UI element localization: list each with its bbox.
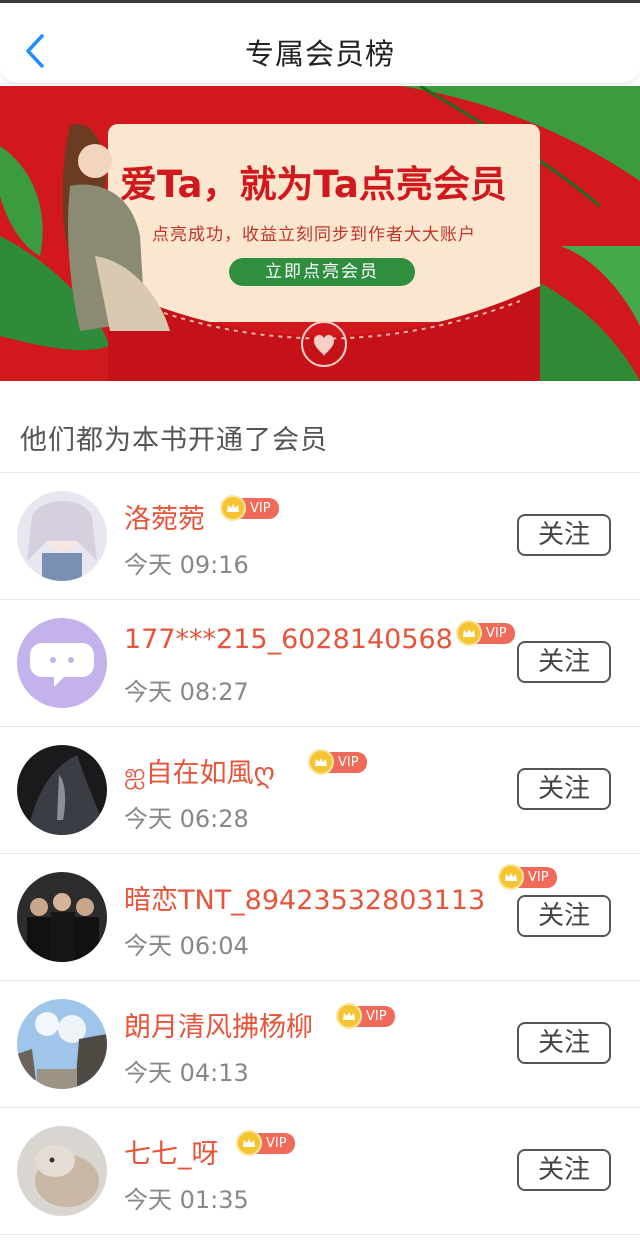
- avatar[interactable]: [17, 745, 107, 835]
- vip-badge: VIP: [456, 620, 515, 646]
- member-time: 今天 09:16: [124, 551, 249, 579]
- crown-icon: [308, 749, 334, 775]
- member-time: 今天 06:28: [124, 805, 249, 833]
- member-list: 洛菀菀 VIP 今天 09:16 关注 177***215_6028140568…: [0, 473, 640, 1235]
- top-bar: 专属会员榜: [0, 3, 640, 84]
- member-name[interactable]: 洛菀菀 VIP: [124, 495, 279, 536]
- avatar[interactable]: [17, 872, 107, 962]
- follow-button[interactable]: 关注: [517, 895, 611, 937]
- crown-icon: [456, 620, 482, 646]
- crown-icon: [498, 864, 524, 890]
- vip-badge: VIP: [308, 749, 367, 775]
- member-name[interactable]: 朗月清风拂杨柳 VIP: [124, 1003, 395, 1044]
- member-time: 今天 06:04: [124, 932, 249, 960]
- banner-headline: 爱Ta，就为Ta点亮会员: [120, 163, 507, 206]
- follow-button[interactable]: 关注: [517, 1022, 611, 1064]
- banner-subline: 点亮成功，收益立刻同步到作者大大账户: [152, 225, 476, 245]
- page-title: 专属会员榜: [244, 37, 395, 71]
- member-time: 今天 08:27: [124, 678, 249, 706]
- follow-button[interactable]: 关注: [517, 1149, 611, 1191]
- member-name[interactable]: 177***215_6028140568 VIP: [124, 620, 515, 655]
- follow-button[interactable]: 关注: [517, 768, 611, 810]
- member-row[interactable]: 暗恋TNT_89423532803113 VIP 今天 06:04 关注: [0, 854, 640, 981]
- vip-badge: VIP: [220, 495, 279, 521]
- avatar[interactable]: [17, 999, 107, 1089]
- member-row[interactable]: 朗月清风拂杨柳 VIP 今天 04:13 关注: [0, 981, 640, 1108]
- banner-cta-button[interactable]: 立即点亮会员: [229, 258, 415, 286]
- crown-icon: [336, 1003, 362, 1029]
- vip-badge: VIP: [336, 1003, 395, 1029]
- follow-button[interactable]: 关注: [517, 514, 611, 556]
- crown-icon: [236, 1130, 262, 1156]
- vip-badge: VIP: [236, 1130, 295, 1156]
- member-name[interactable]: 七七_呀 VIP: [124, 1130, 295, 1171]
- follow-button[interactable]: 关注: [517, 641, 611, 683]
- vip-badge: VIP: [498, 864, 557, 890]
- member-row[interactable]: ஐ自在如風ღ VIP 今天 06:28 关注: [0, 727, 640, 854]
- avatar[interactable]: [17, 618, 107, 708]
- promo-banner[interactable]: 爱Ta，就为Ta点亮会员 点亮成功，收益立刻同步到作者大大账户 立即点亮会员: [0, 86, 640, 381]
- crown-icon: [220, 495, 246, 521]
- avatar[interactable]: [17, 491, 107, 581]
- member-row[interactable]: 七七_呀 VIP 今天 01:35 关注: [0, 1108, 640, 1235]
- section-title: 他们都为本书开通了会员: [20, 425, 328, 456]
- member-row[interactable]: 洛菀菀 VIP 今天 09:16 关注: [0, 473, 640, 600]
- avatar[interactable]: [17, 1126, 107, 1216]
- member-time: 今天 04:13: [124, 1059, 249, 1087]
- member-row[interactable]: 177***215_6028140568 VIP 今天 08:27 关注: [0, 600, 640, 727]
- member-name[interactable]: ஐ自在如風ღ VIP: [124, 749, 367, 793]
- member-name[interactable]: 暗恋TNT_89423532803113 VIP: [124, 864, 557, 917]
- member-time: 今天 01:35: [124, 1186, 249, 1214]
